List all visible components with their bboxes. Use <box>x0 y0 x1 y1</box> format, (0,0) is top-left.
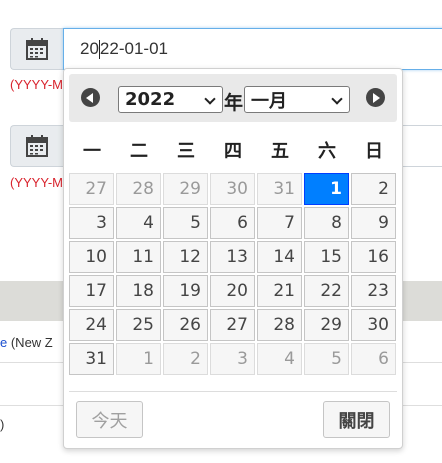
day-cell[interactable]: 22 <box>304 275 349 307</box>
day-cell[interactable]: 5 <box>163 207 208 239</box>
prev-month-button[interactable] <box>81 88 100 107</box>
day-cell[interactable]: 24 <box>69 309 114 341</box>
date-input-1[interactable]: 20 22-01-01 <box>63 28 442 70</box>
day-cell[interactable]: 27 <box>69 173 114 205</box>
day-cell[interactable]: 5 <box>304 343 349 375</box>
day-cell[interactable]: 26 <box>163 309 208 341</box>
close-button[interactable]: 關閉 <box>323 401 390 438</box>
month-select-value: 一月 <box>251 90 287 112</box>
day-cell[interactable]: 18 <box>116 275 161 307</box>
day-cell[interactable]: 27 <box>210 309 255 341</box>
day-cell[interactable]: 9 <box>351 207 396 239</box>
day-cell[interactable]: 16 <box>351 241 396 273</box>
day-cell[interactable]: 20 <box>210 275 255 307</box>
weekday-header: 二 <box>130 141 148 162</box>
date-format-hint-1: (YYYY-M <box>10 77 63 92</box>
day-cell[interactable]: 17 <box>69 275 114 307</box>
date-input-value-start: 20 <box>80 39 99 58</box>
chevron-down-icon <box>331 93 343 105</box>
day-cell[interactable]: 7 <box>257 207 302 239</box>
weekday-header: 一 <box>83 141 101 162</box>
next-month-button[interactable] <box>366 88 385 107</box>
day-cell[interactable]: 28 <box>116 173 161 205</box>
day-cell[interactable]: 19 <box>163 275 208 307</box>
timezone-label: (New Z <box>7 335 53 350</box>
day-cell[interactable]: 4 <box>116 207 161 239</box>
month-select[interactable]: 一月 <box>244 86 350 113</box>
day-cell-selected[interactable]: 1 <box>304 173 349 205</box>
datepicker-popup: 2022 年 一月 一二三四五六日 27 28 29 30 31 1 2 3 4 5 6 7 8 9 10 1… <box>63 68 403 449</box>
chevron-right-icon <box>373 92 380 103</box>
weekday-header: 日 <box>365 141 383 162</box>
calendar-addon-2[interactable] <box>10 125 63 167</box>
day-cell[interactable]: 15 <box>304 241 349 273</box>
day-cell[interactable]: 4 <box>257 343 302 375</box>
day-cell[interactable]: 30 <box>351 309 396 341</box>
day-cell[interactable]: 3 <box>69 207 114 239</box>
timezone-text: e (New Z <box>0 335 53 350</box>
calendar-icon <box>26 135 48 157</box>
year-suffix-label: 年 <box>224 92 244 114</box>
today-button[interactable]: 今天 <box>76 401 143 438</box>
day-cell[interactable]: 2 <box>163 343 208 375</box>
day-cell[interactable]: 21 <box>257 275 302 307</box>
year-select-value: 2022 <box>125 89 176 110</box>
year-select[interactable]: 2022 <box>118 86 223 113</box>
day-cell[interactable]: 25 <box>116 309 161 341</box>
footer-divider <box>69 391 397 392</box>
day-cell[interactable]: 3 <box>210 343 255 375</box>
day-cell[interactable]: 13 <box>210 241 255 273</box>
day-cell[interactable]: 1 <box>116 343 161 375</box>
weekday-header: 五 <box>271 141 289 162</box>
day-cell[interactable]: 14 <box>257 241 302 273</box>
calendar-addon-1[interactable] <box>10 28 63 70</box>
day-cell[interactable]: 30 <box>210 173 255 205</box>
chevron-down-icon <box>204 93 216 105</box>
date-format-hint-2: (YYYY-M <box>10 175 63 190</box>
day-cell[interactable]: 6 <box>210 207 255 239</box>
day-cell[interactable]: 11 <box>116 241 161 273</box>
day-cell[interactable]: 29 <box>163 173 208 205</box>
weekday-header: 三 <box>177 141 195 162</box>
day-cell[interactable]: 10 <box>69 241 114 273</box>
day-cell[interactable]: 28 <box>257 309 302 341</box>
day-cell[interactable]: 12 <box>163 241 208 273</box>
day-cell[interactable]: 8 <box>304 207 349 239</box>
day-cell[interactable]: 31 <box>257 173 302 205</box>
day-cell[interactable]: 23 <box>351 275 396 307</box>
chevron-left-icon <box>86 92 93 103</box>
day-cell[interactable]: 29 <box>304 309 349 341</box>
weekday-header: 六 <box>318 141 336 162</box>
day-cell[interactable]: 6 <box>351 343 396 375</box>
weekday-header: 四 <box>224 141 242 162</box>
day-cell[interactable]: 31 <box>69 343 114 375</box>
date-input-value-end: 22-01-01 <box>99 39 168 58</box>
row-text: ) <box>0 417 5 432</box>
day-cell[interactable]: 2 <box>351 173 396 205</box>
calendar-icon <box>26 38 48 60</box>
datepicker-header: 2022 年 一月 <box>69 74 397 122</box>
